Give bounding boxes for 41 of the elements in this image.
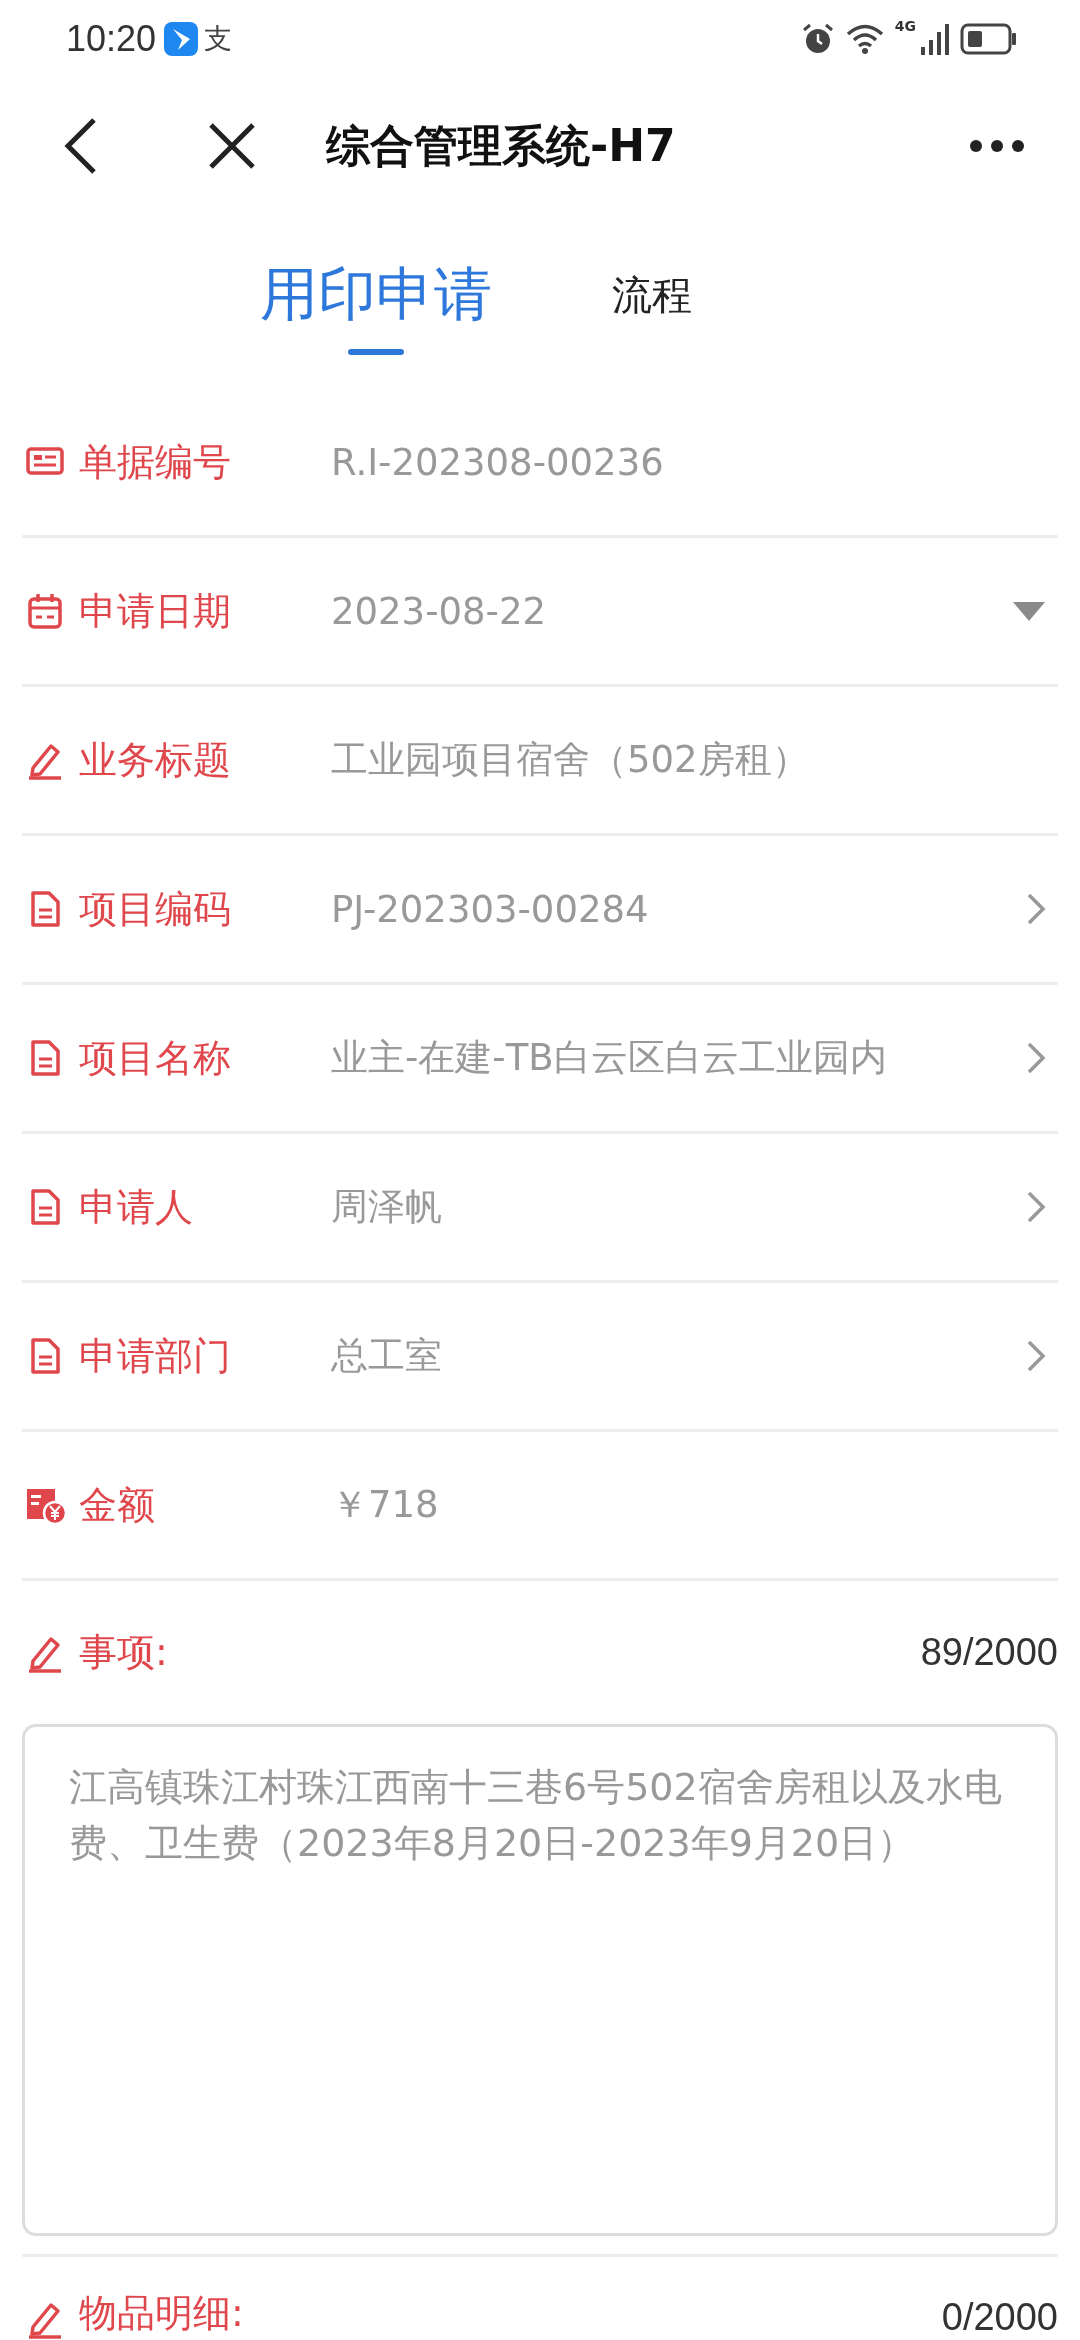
- wifi-icon: [844, 23, 885, 55]
- character-counter: 89/2000: [920, 1631, 1058, 1674]
- tab[interactable]: 用印申请: [260, 259, 492, 369]
- chevron-icon: [1026, 1041, 1046, 1075]
- field-label: 项目名称: [79, 1034, 232, 1082]
- clock-time: 10:20: [66, 18, 157, 60]
- character-counter: 0/2000: [941, 2296, 1058, 2339]
- signal-icon: [920, 23, 950, 55]
- back-button[interactable]: [62, 116, 98, 176]
- app-glyph: 支: [204, 21, 233, 57]
- more-button[interactable]: [970, 139, 1024, 153]
- field-value[interactable]: 周泽帆: [331, 1182, 1006, 1232]
- field-value: ￥718: [331, 1482, 440, 1528]
- field-label: 金额: [79, 1481, 156, 1529]
- chevron-icon: [1026, 1339, 1046, 1373]
- field-label: 单据编号: [79, 438, 232, 486]
- calendar-icon: [25, 591, 65, 631]
- tab[interactable]: 流程: [612, 259, 692, 369]
- field-label: 项目编码: [79, 885, 232, 933]
- text-field[interactable]: 江高镇珠江村珠江西南十三巷6号502宿舍房租以及水电费、卫生费（2023年8月20日-2023年9月20日）: [22, 1724, 1058, 2236]
- alarm-icon: [800, 22, 835, 56]
- field-label: 申请部门: [79, 1332, 232, 1380]
- chevron-icon: [1026, 892, 1046, 926]
- field-value[interactable]: 业主-在建-TB白云区白云工业园内: [331, 1033, 1006, 1083]
- close-button[interactable]: [208, 122, 256, 170]
- field-value[interactable]: PJ-202303-00284: [331, 887, 1006, 931]
- field-value: 工业园项目宿舍（502房租）: [331, 737, 810, 783]
- window-title: 综合管理系统-H7: [326, 118, 677, 173]
- field-value[interactable]: 2023-08-22: [331, 589, 1006, 633]
- app-logo-icon: [164, 22, 199, 56]
- dropdown-icon: [1012, 600, 1046, 622]
- section-label: 物品明细:: [79, 2290, 245, 2337]
- field-label: 申请人: [79, 1183, 194, 1231]
- field-label: 申请日期: [79, 587, 232, 635]
- chevron-icon: [1026, 1190, 1046, 1224]
- battery-icon: [960, 23, 1018, 55]
- field-value: R.I-202308-00236: [331, 440, 665, 484]
- network-type: 4G: [894, 18, 916, 34]
- field-value[interactable]: 总工室: [331, 1331, 1006, 1381]
- section-label: 事项:: [79, 1629, 169, 1676]
- field-label: 业务标题: [79, 736, 232, 784]
